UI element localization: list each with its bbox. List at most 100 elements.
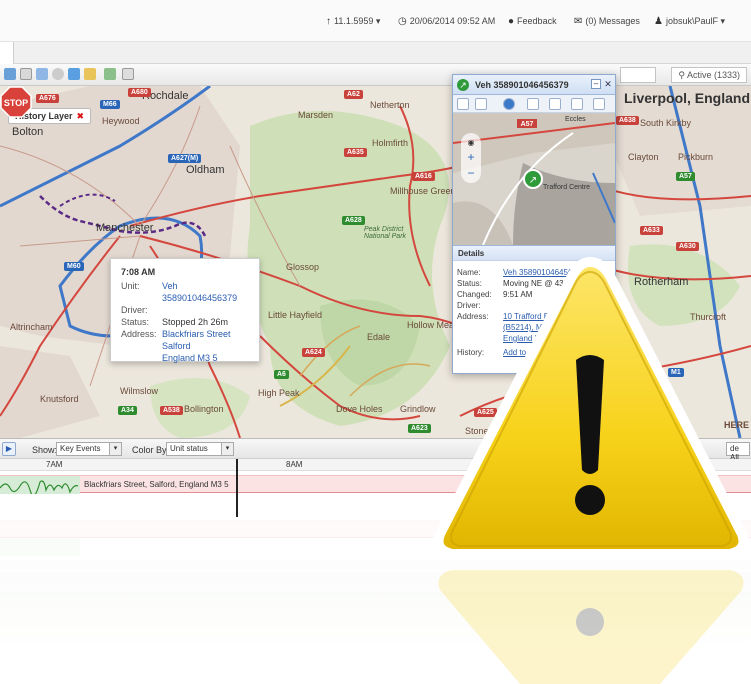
feedback-link[interactable]: ● Feedback — [508, 16, 557, 27]
road-a628: A628 — [342, 216, 365, 225]
road-a676: A676 — [36, 94, 59, 103]
place-edale: Edale — [367, 332, 391, 342]
svg-text:−: − — [467, 166, 474, 180]
vehicle-panel-header[interactable]: ↗ Veh 358901046456379 – ✕ — [453, 75, 615, 95]
place-clayton: Clayton — [628, 152, 659, 162]
event-unit-row: Unit: Veh 358901046456379 — [121, 280, 249, 304]
messages-link[interactable]: ✉ (0) Messages — [574, 16, 640, 27]
edit-tool-icon[interactable] — [84, 68, 96, 80]
place-little-hayfield: Little Hayfield — [268, 310, 323, 320]
tab-bar — [0, 42, 751, 64]
speed-trace-graph — [0, 476, 80, 494]
vehicle-direction-icon: ↗ — [457, 79, 469, 91]
search-icon: ⚲ — [678, 70, 687, 80]
road-a62: A62 — [344, 90, 363, 99]
place-knutsford: Knutsford — [40, 394, 79, 404]
place-holmfirth: Holmfirth — [372, 138, 409, 148]
edit-icon[interactable] — [527, 98, 539, 110]
route-tool-icon[interactable] — [68, 68, 80, 80]
timeline-cursor[interactable] — [236, 459, 238, 517]
svg-text:+: + — [467, 150, 474, 164]
place-oldham: Oldham — [186, 164, 225, 176]
timeline-event-label: Blackfriars Street, Salford, England M3 … — [84, 480, 229, 489]
road-a538: A538 — [160, 406, 183, 415]
mini-map-road-a57: A57 — [521, 121, 534, 128]
map-view-icon[interactable] — [457, 98, 469, 110]
place-bollington: Bollington — [184, 404, 224, 414]
user-icon: ♟ — [654, 16, 663, 27]
svg-text:◉: ◉ — [468, 138, 475, 147]
report-tool-icon[interactable] — [20, 68, 32, 80]
close-icon[interactable]: ✖ — [77, 111, 85, 121]
show-events-select[interactable]: Key Events ▾ — [56, 442, 122, 456]
tab-partial[interactable] — [0, 42, 14, 64]
place-netherton: Netherton — [370, 100, 410, 110]
share-icon[interactable] — [571, 98, 583, 110]
road-a616: A616 — [412, 172, 435, 181]
tick-8am: 8AM — [286, 460, 303, 469]
place-liverpool: Liverpool, England — [624, 90, 751, 106]
vehicles-tool-icon[interactable] — [4, 68, 16, 80]
color-by-select[interactable]: Unit status ▾ — [166, 442, 234, 456]
user-menu[interactable]: ♟ jobsuk\PaulF ▾ — [654, 16, 725, 27]
vehicle-panel-toolbar — [453, 95, 615, 113]
road-m66: M66 — [100, 100, 120, 109]
road-a57-east: A57 — [676, 172, 695, 181]
chart-tool-icon[interactable] — [104, 68, 116, 80]
chevron-down-icon: ▾ — [221, 443, 233, 455]
up-arrow-icon: ↑ — [326, 16, 331, 27]
warning-icon — [433, 257, 749, 559]
road-a623: A623 — [408, 424, 431, 433]
active-units-filter[interactable]: ⚲ Active (1333) — [671, 67, 747, 83]
screenshot-stage: ↑ 11.1.5959 ▾ ◷ 20/06/2014 09:52 AM ● Feedb… — [0, 0, 751, 684]
road-a624: A624 — [302, 348, 325, 357]
play-icon[interactable]: ▶ — [2, 442, 16, 456]
place-pickburn: Pickburn — [678, 152, 714, 162]
place-bolton: Bolton — [12, 126, 44, 138]
road-a638: A638 — [616, 116, 639, 125]
version-indicator[interactable]: ↑ 11.1.5959 ▾ — [326, 16, 380, 27]
road-a635: A635 — [344, 148, 367, 157]
map-toolbar: ⚲ Active (1333) — [0, 64, 751, 86]
clock-icon: ◷ — [398, 16, 407, 27]
road-a627m: A627(M) — [168, 154, 202, 163]
road-a680: A680 — [128, 88, 151, 97]
place-heywood: Heywood — [102, 116, 140, 126]
place-dove-holes: Dove Holes — [336, 404, 383, 414]
event-unit-link[interactable]: Veh 358901046456379 — [162, 280, 249, 304]
top-status-bar: ↑ 11.1.5959 ▾ ◷ 20/06/2014 09:52 AM ● Feedb… — [0, 0, 751, 42]
event-time: 7:08 AM — [121, 267, 156, 277]
vehicle-mini-map[interactable]: ◉ + − ↗ A57 Eccles Trafford Centre — [453, 113, 615, 245]
globe-tool-icon[interactable] — [52, 68, 64, 80]
vehicle-panel-title: Veh 358901046456379 — [475, 80, 569, 90]
stop-marker-icon[interactable]: STOP — [0, 86, 32, 118]
print-icon[interactable] — [593, 98, 605, 110]
info-icon[interactable] — [503, 98, 515, 110]
road-a34: A34 — [118, 406, 137, 415]
event-address-link[interactable]: Blackfriars Street Salford England M3 5 — [162, 328, 231, 364]
place-manchester: Manchester — [96, 222, 154, 234]
place-wilmslow: Wilmslow — [120, 386, 158, 396]
event-address-row: Address: Blackfriars Street Salford Engl… — [121, 328, 231, 364]
mini-map-eccles: Eccles — [565, 116, 586, 123]
road-a633: A633 — [640, 226, 663, 235]
datetime-indicator: ◷ 20/06/2014 09:52 AM — [398, 16, 496, 27]
mini-map-canvas: ◉ + − ↗ A57 Eccles Trafford Centre — [453, 113, 615, 245]
place-marsden: Marsden — [298, 110, 334, 120]
toolbar-search-input[interactable] — [620, 67, 656, 83]
chevron-down-icon: ▾ — [109, 443, 121, 455]
print-tool-icon[interactable] — [122, 68, 134, 80]
place-south-kirkby: South Kirkby — [640, 118, 692, 128]
tick-7am: 7AM — [46, 460, 63, 469]
event-info-popup: 7:08 AM Unit: Veh 358901046456379 Driver… — [110, 258, 260, 364]
speech-bubble-icon: ● — [508, 16, 515, 27]
layers-tool-icon[interactable] — [36, 68, 48, 80]
close-icon[interactable]: ✕ — [603, 79, 613, 89]
place-glossop: Glossop — [286, 262, 320, 272]
road-a6: A6 — [274, 370, 289, 379]
svg-text:↗: ↗ — [529, 175, 537, 186]
zoom-icon[interactable] — [475, 98, 487, 110]
history-icon[interactable] — [549, 98, 561, 110]
place-peak-district: Peak District National Park — [364, 226, 407, 240]
minimize-icon[interactable]: – — [591, 79, 601, 89]
